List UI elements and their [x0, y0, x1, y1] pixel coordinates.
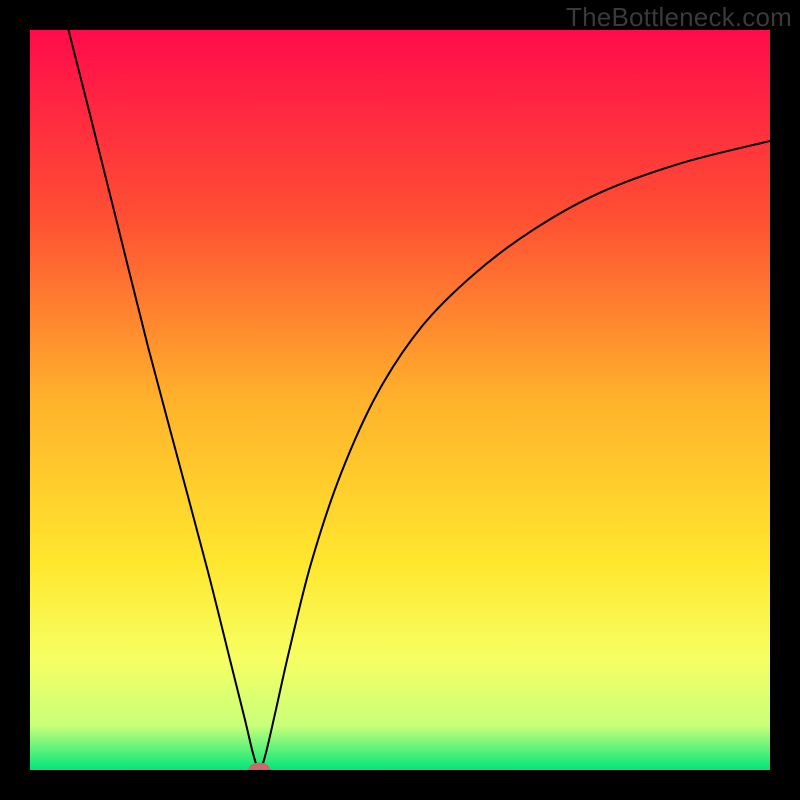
attribution-watermark: TheBottleneck.com — [566, 2, 792, 33]
bottleneck-chart — [30, 30, 770, 770]
chart-frame: TheBottleneck.com — [0, 0, 800, 800]
plot-background — [30, 30, 770, 770]
